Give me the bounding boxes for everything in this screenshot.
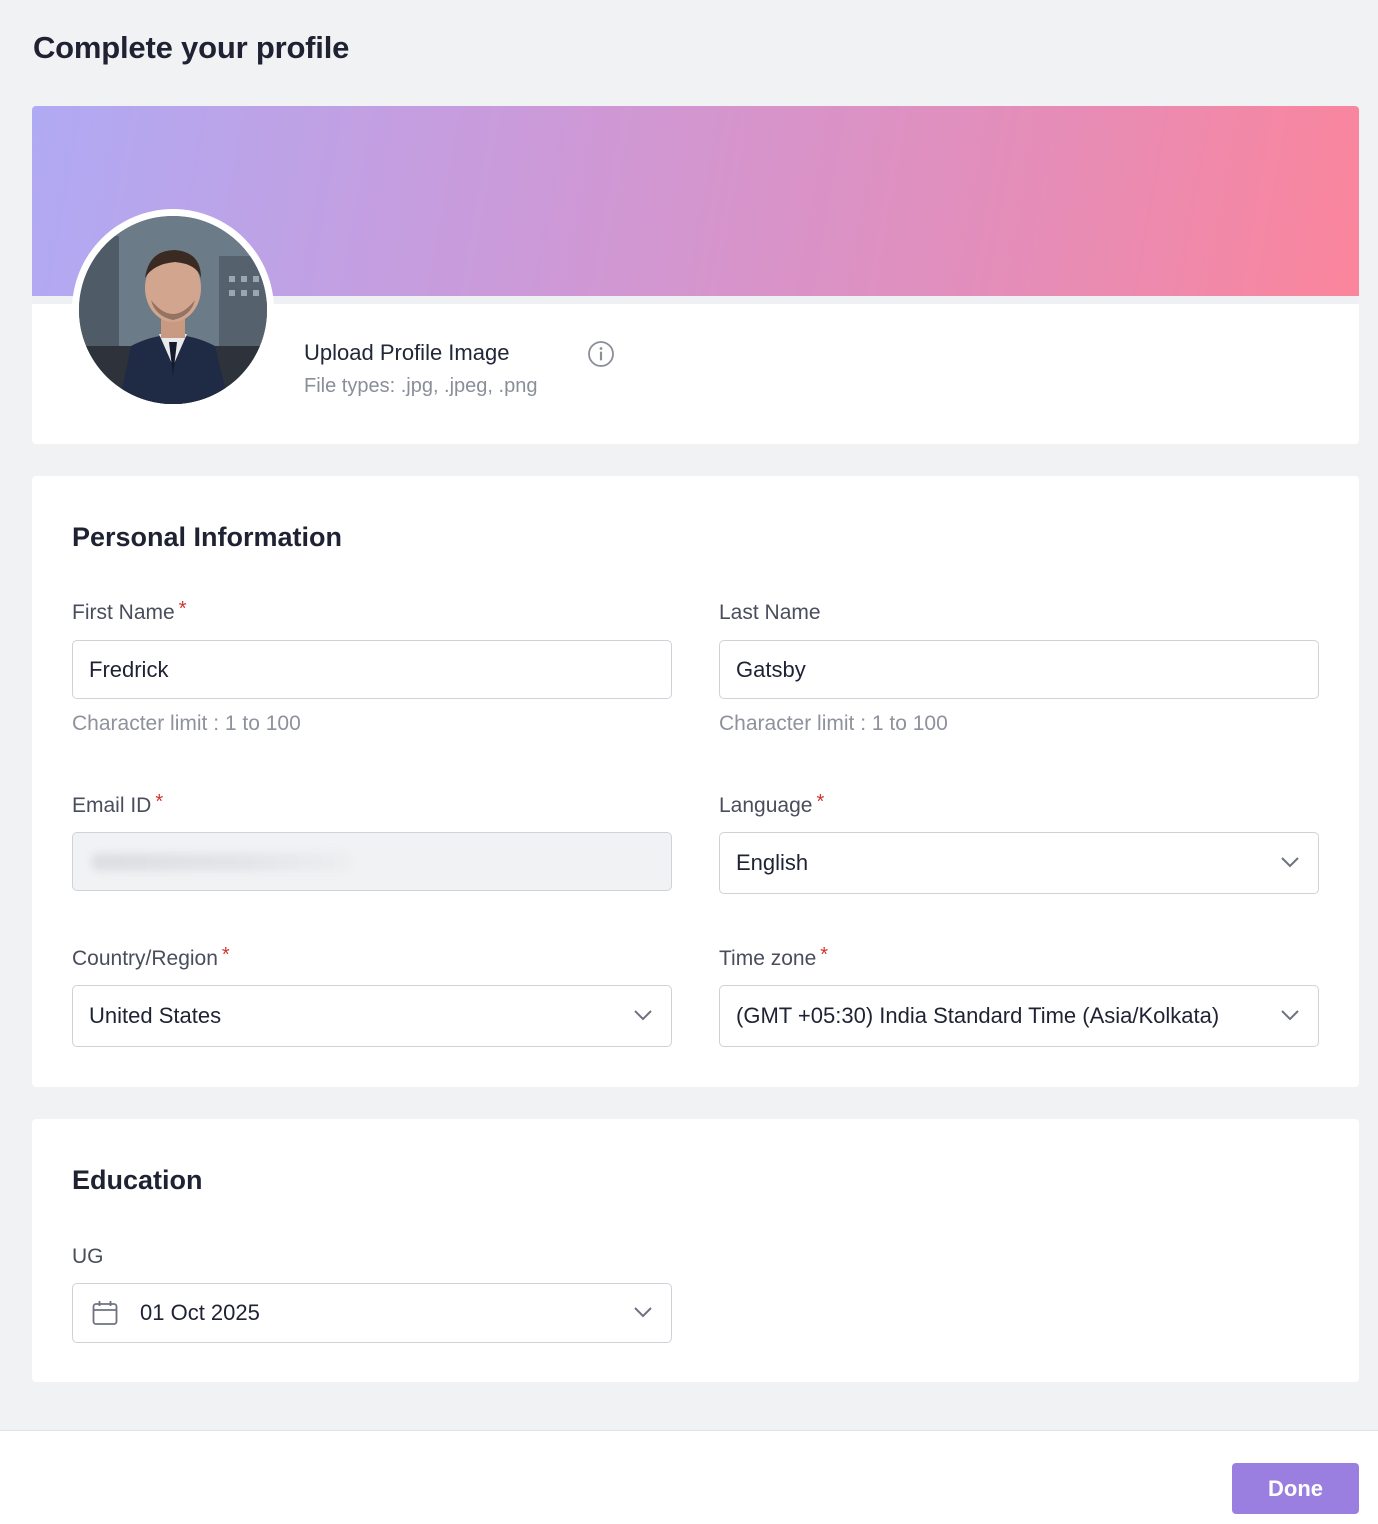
country-label: Country/Region * xyxy=(72,944,230,971)
ug-label-text: UG xyxy=(72,1245,104,1268)
first-name-label: First Name * xyxy=(72,598,187,625)
email-label-text: Email ID xyxy=(72,794,152,817)
avatar[interactable] xyxy=(72,209,274,411)
email-field xyxy=(72,832,672,891)
last-name-value: Gatsby xyxy=(736,656,806,682)
chevron-down-icon xyxy=(634,1010,652,1021)
personal-information-title: Personal Information xyxy=(72,522,343,552)
footer-bar: Done xyxy=(0,1430,1378,1524)
language-select[interactable]: English xyxy=(719,832,1319,894)
country-select[interactable]: United States xyxy=(72,985,672,1047)
upload-profile-image-link[interactable]: Upload Profile Image xyxy=(304,340,509,366)
education-card: Education UG 01 Oct 2025 xyxy=(32,1119,1359,1382)
language-value: English xyxy=(736,850,809,875)
person-photo-icon xyxy=(79,216,267,404)
education-title: Education xyxy=(72,1165,203,1195)
timezone-value: (GMT +05:30) India Standard Time (Asia/K… xyxy=(736,1003,1220,1028)
last-name-label-text: Last Name xyxy=(719,601,821,624)
country-label-text: Country/Region xyxy=(72,947,218,970)
timezone-select[interactable]: (GMT +05:30) India Standard Time (Asia/K… xyxy=(719,985,1319,1047)
file-types-hint: File types: .jpg, .jpeg, .png xyxy=(304,375,538,397)
required-marker: * xyxy=(178,598,187,620)
first-name-value: Fredrick xyxy=(89,656,169,682)
language-label: Language * xyxy=(719,791,825,818)
chevron-down-icon xyxy=(1281,857,1299,868)
ug-date-picker[interactable]: 01 Oct 2025 xyxy=(72,1283,672,1343)
required-marker: * xyxy=(816,791,825,813)
calendar-icon xyxy=(92,1301,118,1325)
required-marker: * xyxy=(155,791,164,813)
last-name-char-limit: Character limit : 1 to 100 xyxy=(719,712,948,735)
page-title: Complete your profile xyxy=(33,30,350,65)
avatar-photo xyxy=(79,216,267,404)
first-name-label-text: First Name xyxy=(72,601,175,624)
last-name-label: Last Name xyxy=(719,601,821,625)
info-icon[interactable] xyxy=(587,340,615,368)
ug-date-value: 01 Oct 2025 xyxy=(140,1300,260,1325)
timezone-label: Time zone * xyxy=(719,944,829,971)
country-value: United States xyxy=(89,1003,222,1028)
language-label-text: Language xyxy=(719,794,813,817)
chevron-down-icon xyxy=(1281,1010,1299,1021)
profile-image-card: Upload Profile Image File types: .jpg, .… xyxy=(32,106,1359,444)
ug-label: UG xyxy=(72,1245,104,1269)
first-name-char-limit: Character limit : 1 to 100 xyxy=(72,712,301,735)
timezone-label-text: Time zone xyxy=(719,947,817,970)
chevron-down-icon xyxy=(634,1307,652,1318)
first-name-input[interactable]: Fredrick xyxy=(72,640,672,699)
last-name-input[interactable]: Gatsby xyxy=(719,640,1319,699)
personal-information-card: Personal Information First Name * Fredric… xyxy=(32,476,1359,1087)
done-button[interactable]: Done xyxy=(1232,1463,1359,1514)
email-label: Email ID * xyxy=(72,791,164,818)
required-marker: * xyxy=(820,944,829,966)
required-marker: * xyxy=(221,944,230,966)
redacted-email xyxy=(91,853,351,871)
